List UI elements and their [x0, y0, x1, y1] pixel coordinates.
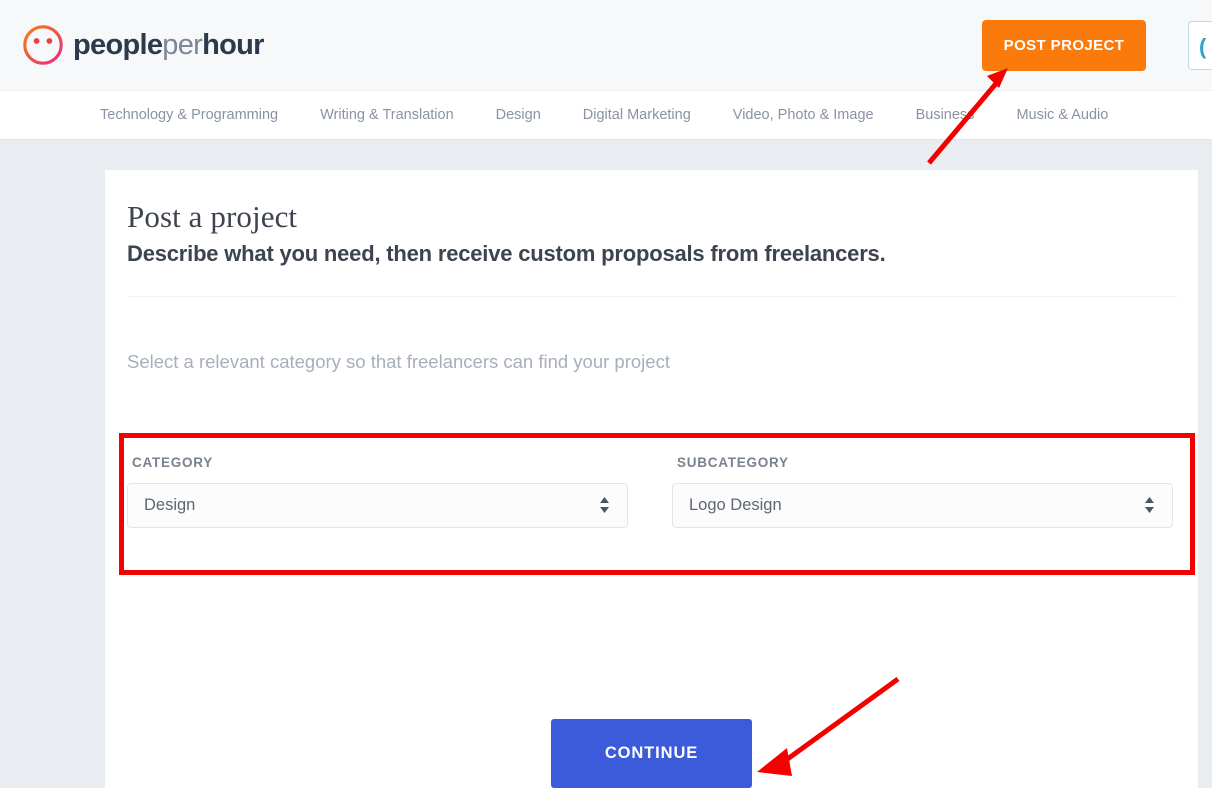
category-nav-bar: Technology & Programming Writing & Trans… [0, 91, 1212, 140]
nav-item-design[interactable]: Design [496, 108, 541, 123]
category-label: CATEGORY [132, 455, 214, 470]
chevron-updown-icon [600, 497, 609, 513]
subcategory-label: SUBCATEGORY [677, 455, 789, 470]
subcategory-select[interactable]: Logo Design [672, 482, 1173, 528]
peopleperhour-smiley-logo-icon [23, 25, 63, 65]
page-subtitle: Describe what you need, then receive cus… [127, 240, 886, 266]
nav-item-video-photo-image[interactable]: Video, Photo & Image [733, 108, 874, 123]
partial-right-header-button[interactable]: ( [1188, 21, 1212, 70]
nav-item-writing-translation[interactable]: Writing & Translation [320, 108, 454, 123]
site-logo-text: peopleperhour [73, 28, 264, 61]
logo-text-per: per [162, 28, 203, 61]
partial-button-glyph: ( [1199, 34, 1207, 59]
subcategory-field-group: SUBCATEGORY Logo Design [672, 456, 1173, 570]
nav-item-business[interactable]: Business [916, 108, 975, 123]
site-logo[interactable]: peopleperhour [22, 24, 264, 66]
top-header-bar: peopleperhour POST PROJECT ( [0, 0, 1212, 91]
page-title: Post a project [127, 199, 298, 234]
logo-text-people: people [73, 28, 163, 61]
subcategory-select-value: Logo Design [689, 495, 782, 514]
continue-button[interactable]: CONTINUE [551, 719, 752, 788]
category-select[interactable]: Design [127, 482, 628, 528]
category-fields-highlight-box: CATEGORY Design SUBCATEGORY Logo Design [119, 433, 1195, 575]
nav-item-digital-marketing[interactable]: Digital Marketing [583, 108, 691, 123]
nav-item-technology-programming[interactable]: Technology & Programming [100, 108, 278, 123]
nav-item-music-audio[interactable]: Music & Audio [1016, 108, 1108, 123]
category-fields-row: CATEGORY Design SUBCATEGORY Logo Design [124, 438, 1190, 570]
title-divider [127, 296, 1178, 298]
category-select-value: Design [144, 495, 196, 514]
chevron-updown-icon [1145, 497, 1154, 513]
category-field-group: CATEGORY Design [127, 456, 628, 570]
post-project-button[interactable]: POST PROJECT [982, 20, 1146, 71]
category-nav-list: Technology & Programming Writing & Trans… [0, 91, 1212, 139]
card-content: Post a project Describe what you need, t… [105, 170, 1198, 374]
category-helper-text: Select a relevant category so that freel… [127, 351, 670, 373]
logo-text-hour: hour [202, 28, 264, 61]
